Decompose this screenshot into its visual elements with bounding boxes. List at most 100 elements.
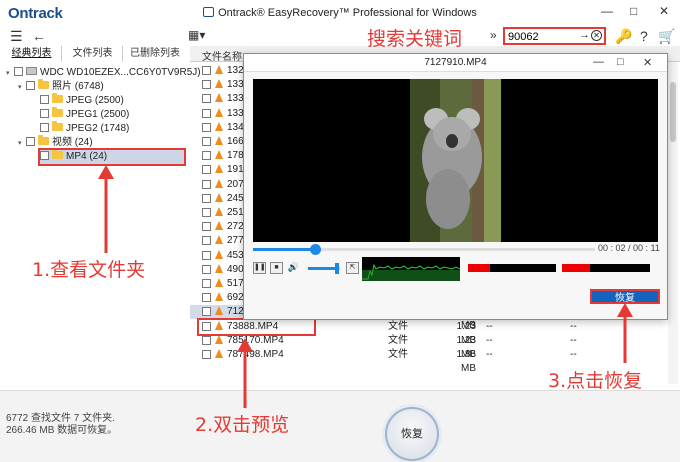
- file-size: 1.86 MB: [456, 349, 476, 374]
- stop-button[interactable]: ■: [270, 262, 283, 274]
- checkbox[interactable]: [202, 80, 211, 90]
- checkbox[interactable]: [202, 222, 211, 232]
- view-grid-icon[interactable]: ▦▾: [188, 28, 205, 42]
- seek-bar[interactable]: [253, 244, 595, 255]
- back-arrow-icon[interactable]: ←: [32, 28, 46, 44]
- external-open-icon[interactable]: ⇱: [346, 262, 359, 274]
- checkbox[interactable]: [202, 236, 211, 246]
- checkbox[interactable]: [202, 279, 211, 288]
- tree-item-jpeg[interactable]: JPEG (2500): [40, 93, 124, 108]
- window-title-text: Ontrack® EasyRecovery™ Professional for …: [218, 7, 477, 19]
- volume-icon[interactable]: 🔊: [287, 262, 300, 274]
- file-name: 490: [215, 263, 244, 277]
- help-icon[interactable]: ?: [640, 28, 648, 44]
- vlc-file-icon: [215, 136, 223, 145]
- video-frame-koala: [410, 79, 501, 242]
- scrollbar-thumb[interactable]: [670, 82, 676, 142]
- tree-item-photos[interactable]: ▾ 照片 (6748): [18, 79, 104, 95]
- close-icon[interactable]: ✕: [659, 4, 669, 18]
- checkbox[interactable]: [202, 94, 211, 104]
- clear-search-icon[interactable]: ✕: [591, 30, 602, 41]
- checkbox[interactable]: [40, 95, 49, 104]
- search-go-icon[interactable]: →: [579, 29, 590, 41]
- preview-dialog: 7127910.MP4 — □ ✕ 00 : 02 / 00 : 11 ❚❚ ■…: [243, 53, 668, 320]
- file-name-text: 178: [227, 150, 244, 162]
- checkbox[interactable]: [202, 151, 211, 161]
- minimize-icon[interactable]: —: [601, 4, 613, 18]
- video-player[interactable]: [253, 79, 658, 242]
- vlc-file-icon: [215, 164, 223, 174]
- drive-icon: [26, 67, 37, 75]
- vlc-file-icon: [215, 235, 223, 245]
- file-name-text: 251: [227, 207, 244, 218]
- pause-button[interactable]: ❚❚: [253, 262, 266, 274]
- vlc-file-icon: [215, 107, 223, 117]
- checkbox[interactable]: [202, 208, 211, 217]
- maximize-icon[interactable]: □: [617, 56, 624, 68]
- checkbox[interactable]: [202, 179, 211, 189]
- checkbox[interactable]: [202, 137, 211, 146]
- checkbox[interactable]: [202, 307, 211, 317]
- tree-item-drive[interactable]: ▾ WDC WD10EZEX...CC6Y0TV9R5J): [6, 66, 201, 80]
- vertical-scrollbar[interactable]: [668, 62, 678, 384]
- checkbox[interactable]: [202, 108, 211, 118]
- status-bar: 6772 查找文件 7 文件夹. 266.46 MB 数据可恢复。 恢复: [0, 390, 680, 462]
- tab-deleted-list[interactable]: 已删除列表: [124, 46, 186, 62]
- checkbox[interactable]: [40, 109, 49, 118]
- file-row[interactable]: 787498.MP4 文件 1.86 MB -- --: [190, 348, 668, 374]
- menu-icon[interactable]: ☰: [10, 28, 23, 45]
- expand-chevron-icon[interactable]: »: [490, 28, 497, 42]
- checkbox[interactable]: [40, 123, 49, 132]
- close-icon[interactable]: ✕: [643, 56, 652, 69]
- file-date-created: --: [486, 349, 493, 360]
- checkbox[interactable]: [202, 250, 211, 260]
- checkbox[interactable]: [26, 137, 35, 146]
- maximize-icon[interactable]: □: [630, 4, 637, 18]
- checkbox[interactable]: [202, 335, 211, 345]
- preview-recover-button[interactable]: 恢复: [590, 289, 660, 304]
- recover-button[interactable]: 恢复: [385, 407, 439, 461]
- seek-thumb[interactable]: [309, 244, 321, 255]
- app-icon: [203, 7, 215, 17]
- search-box[interactable]: → ✕: [503, 27, 606, 45]
- file-name-text: 191: [227, 164, 244, 176]
- file-name-text: 133: [227, 93, 244, 105]
- checkbox[interactable]: [202, 293, 211, 303]
- collapse-arrow-icon[interactable]: ▾: [6, 67, 14, 81]
- checkbox[interactable]: [26, 81, 35, 90]
- column-header-name[interactable]: 文件名称: [202, 48, 242, 63]
- cart-icon[interactable]: 🛒: [658, 28, 675, 45]
- checkbox[interactable]: [202, 66, 211, 75]
- vlc-file-icon: [215, 292, 223, 302]
- audio-meter-level: [468, 264, 490, 272]
- collapse-arrow-icon[interactable]: ▾: [18, 137, 26, 151]
- volume-thumb[interactable]: [335, 263, 340, 274]
- volume-slider[interactable]: [308, 263, 340, 274]
- checkbox[interactable]: [202, 350, 211, 359]
- arrow-up-icon: [237, 338, 253, 408]
- checkbox[interactable]: [202, 193, 211, 203]
- search-input[interactable]: [508, 30, 578, 43]
- key-icon[interactable]: 🔑: [615, 28, 632, 45]
- tab-file-list[interactable]: 文件列表: [63, 46, 123, 62]
- tab-classic-list[interactable]: 经典列表: [2, 46, 62, 62]
- file-name-text: 245: [227, 192, 244, 204]
- vlc-file-icon: [215, 249, 223, 259]
- tree-item-label: JPEG (2500): [66, 95, 124, 106]
- checkbox[interactable]: [202, 264, 211, 274]
- file-name: 191: [215, 163, 244, 177]
- file-name-text: 133: [227, 107, 244, 119]
- audio-meter-level: [562, 264, 590, 272]
- checkbox[interactable]: [202, 165, 211, 175]
- checkbox[interactable]: [14, 67, 23, 76]
- checkbox[interactable]: [202, 122, 211, 132]
- tree-item-jpeg2[interactable]: JPEG2 (1748): [40, 121, 129, 136]
- vlc-file-icon: [215, 278, 223, 287]
- file-name-text: 207: [227, 178, 244, 190]
- tree-item-jpeg1[interactable]: JPEG1 (2500): [40, 107, 129, 122]
- tree-item-label: 照片 (6748): [52, 81, 104, 92]
- minimize-icon[interactable]: —: [593, 56, 604, 68]
- file-name: 277: [215, 234, 244, 248]
- collapse-arrow-icon[interactable]: ▾: [18, 81, 26, 95]
- file-date-modified: --: [570, 320, 577, 332]
